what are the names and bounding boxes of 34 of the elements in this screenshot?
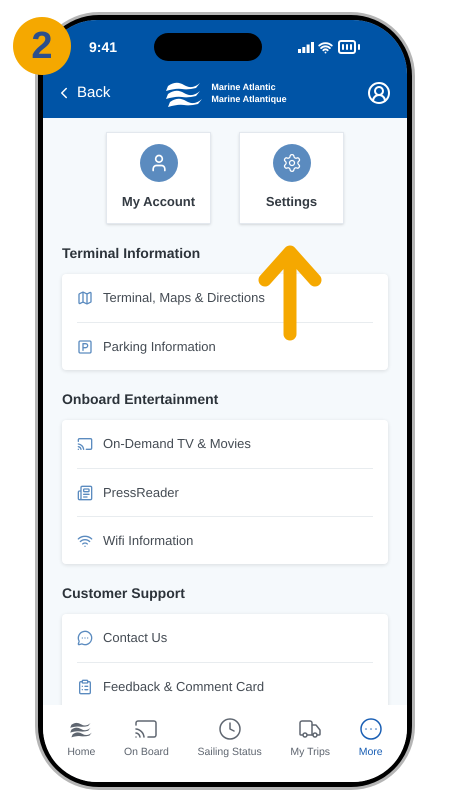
signal-icon <box>298 42 314 52</box>
brand-name: Marine Atlantique <box>211 93 287 105</box>
chat-icon <box>77 630 93 646</box>
section-title: Customer Support <box>62 584 186 603</box>
more-icon <box>358 717 383 741</box>
profile-icon[interactable] <box>367 81 391 105</box>
list-item[interactable]: Terminal, Maps & Directions <box>77 274 373 322</box>
tab-item[interactable]: My Trips <box>290 717 330 761</box>
brand-name: Marine Atlantic <box>211 81 277 93</box>
newspaper-icon <box>77 484 93 500</box>
section-title: Terminal Information <box>62 244 202 263</box>
menu-tile[interactable]: My Account <box>106 132 211 224</box>
list-item[interactable]: Parking Information <box>77 322 373 370</box>
tab-item[interactable]: On Board <box>124 717 169 761</box>
parking-icon <box>77 338 93 354</box>
clock-icon <box>218 717 242 741</box>
tab-item[interactable]: Home <box>67 717 96 761</box>
list-item[interactable]: On-Demand TV & Movies <box>77 420 373 468</box>
cast-icon <box>77 436 93 452</box>
map-icon <box>77 290 93 306</box>
list-item[interactable]: Contact Us <box>77 614 373 662</box>
menu-tile[interactable]: Settings <box>239 132 344 224</box>
wifi-icon <box>318 40 333 54</box>
section-title: Onboard Entertainment <box>62 390 220 409</box>
tab-item[interactable]: Sailing Status <box>198 717 262 761</box>
step-badge: 2 <box>13 17 71 75</box>
list-item[interactable]: Wifi Information <box>77 516 373 564</box>
wifi-icon <box>77 532 93 548</box>
back-button[interactable]: Back <box>55 82 145 104</box>
list-item[interactable]: PressReader <box>77 468 373 516</box>
tab-item[interactable]: More <box>358 717 383 761</box>
settings-icon <box>282 153 302 174</box>
clipboard-icon <box>77 678 93 694</box>
status-time: 9:41 <box>89 38 118 56</box>
